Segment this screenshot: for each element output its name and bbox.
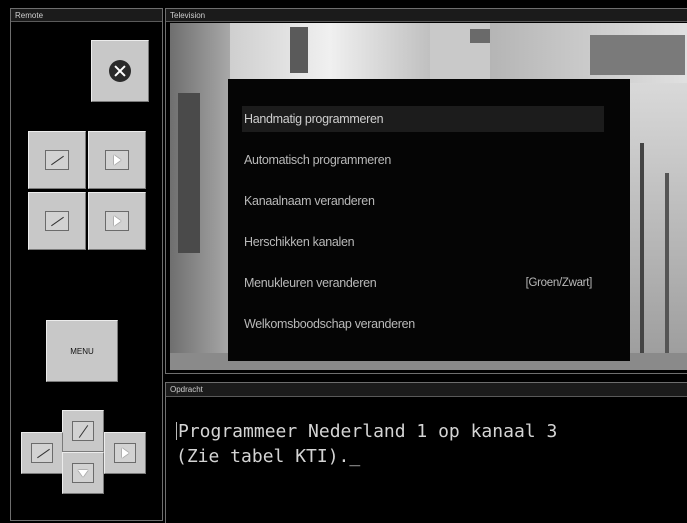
osd-item-automatisch-programmeren[interactable]: Automatisch programmeren: [242, 147, 604, 173]
slash-icon: [31, 443, 53, 463]
instruction-text: Programmeer Nederland 1 op kanaal 3 (Zie…: [176, 419, 681, 469]
close-button[interactable]: [91, 40, 149, 102]
remote-title: Remote: [11, 9, 162, 22]
play-triangle-icon: [105, 211, 129, 231]
tv-screen: Handmatig programmeren Automatisch progr…: [170, 23, 687, 370]
osd-item-label: Kanaalnaam veranderen: [244, 194, 375, 208]
television-title: Television: [166, 9, 687, 22]
next-button[interactable]: [88, 192, 146, 250]
remote-panel: Remote MENU: [10, 8, 163, 521]
play-triangle-icon: [114, 443, 136, 463]
dpad-up-button[interactable]: [62, 410, 104, 452]
television-panel: Television Handmatig programmeren Automa…: [165, 8, 687, 374]
triangle-down-icon: [72, 463, 94, 483]
channel-up-button[interactable]: [28, 131, 86, 189]
dpad-right-button[interactable]: [104, 432, 146, 474]
osd-item-menukleuren-veranderen[interactable]: Menukleuren veranderen [Groen/Zwart]: [242, 270, 604, 296]
osd-item-label: Automatisch programmeren: [244, 153, 392, 167]
slash-icon: [45, 150, 69, 170]
output-title: Opdracht: [166, 383, 687, 397]
slash-icon: [45, 211, 69, 231]
menu-button-label: MENU: [70, 346, 94, 356]
osd-item-kanaalnaam-veranderen[interactable]: Kanaalnaam veranderen: [242, 188, 604, 214]
osd-item-label: Menukleuren veranderen: [244, 276, 377, 290]
instruction-line-1: Programmeer Nederland 1 op kanaal 3: [178, 421, 558, 442]
osd-item-label: Handmatig programmeren: [244, 112, 384, 126]
osd-item-value: [Groen/Zwart]: [525, 277, 593, 289]
volume-up-button[interactable]: [28, 192, 86, 250]
osd-item-label: Welkomsboodschap veranderen: [244, 317, 415, 331]
osd-item-handmatig-programmeren[interactable]: Handmatig programmeren: [242, 106, 604, 132]
osd-item-label: Herschikken kanalen: [244, 235, 355, 249]
instruction-line-2: (Zie tabel KTI)._: [176, 446, 361, 467]
text-cursor: [176, 422, 177, 440]
dpad-left-button[interactable]: [21, 432, 63, 474]
menu-button[interactable]: MENU: [46, 320, 118, 382]
output-panel: Opdracht Programmeer Nederland 1 op kana…: [165, 382, 687, 523]
tv-osd-menu: Handmatig programmeren Automatisch progr…: [228, 79, 630, 361]
close-icon: [109, 60, 131, 82]
osd-item-herschikken-kanalen[interactable]: Herschikken kanalen: [242, 229, 604, 255]
osd-item-welkomsboodschap-veranderen[interactable]: Welkomsboodschap veranderen: [242, 311, 604, 337]
play-button[interactable]: [88, 131, 146, 189]
dpad-down-button[interactable]: [62, 452, 104, 494]
play-triangle-icon: [105, 150, 129, 170]
slash-icon: [72, 421, 94, 441]
